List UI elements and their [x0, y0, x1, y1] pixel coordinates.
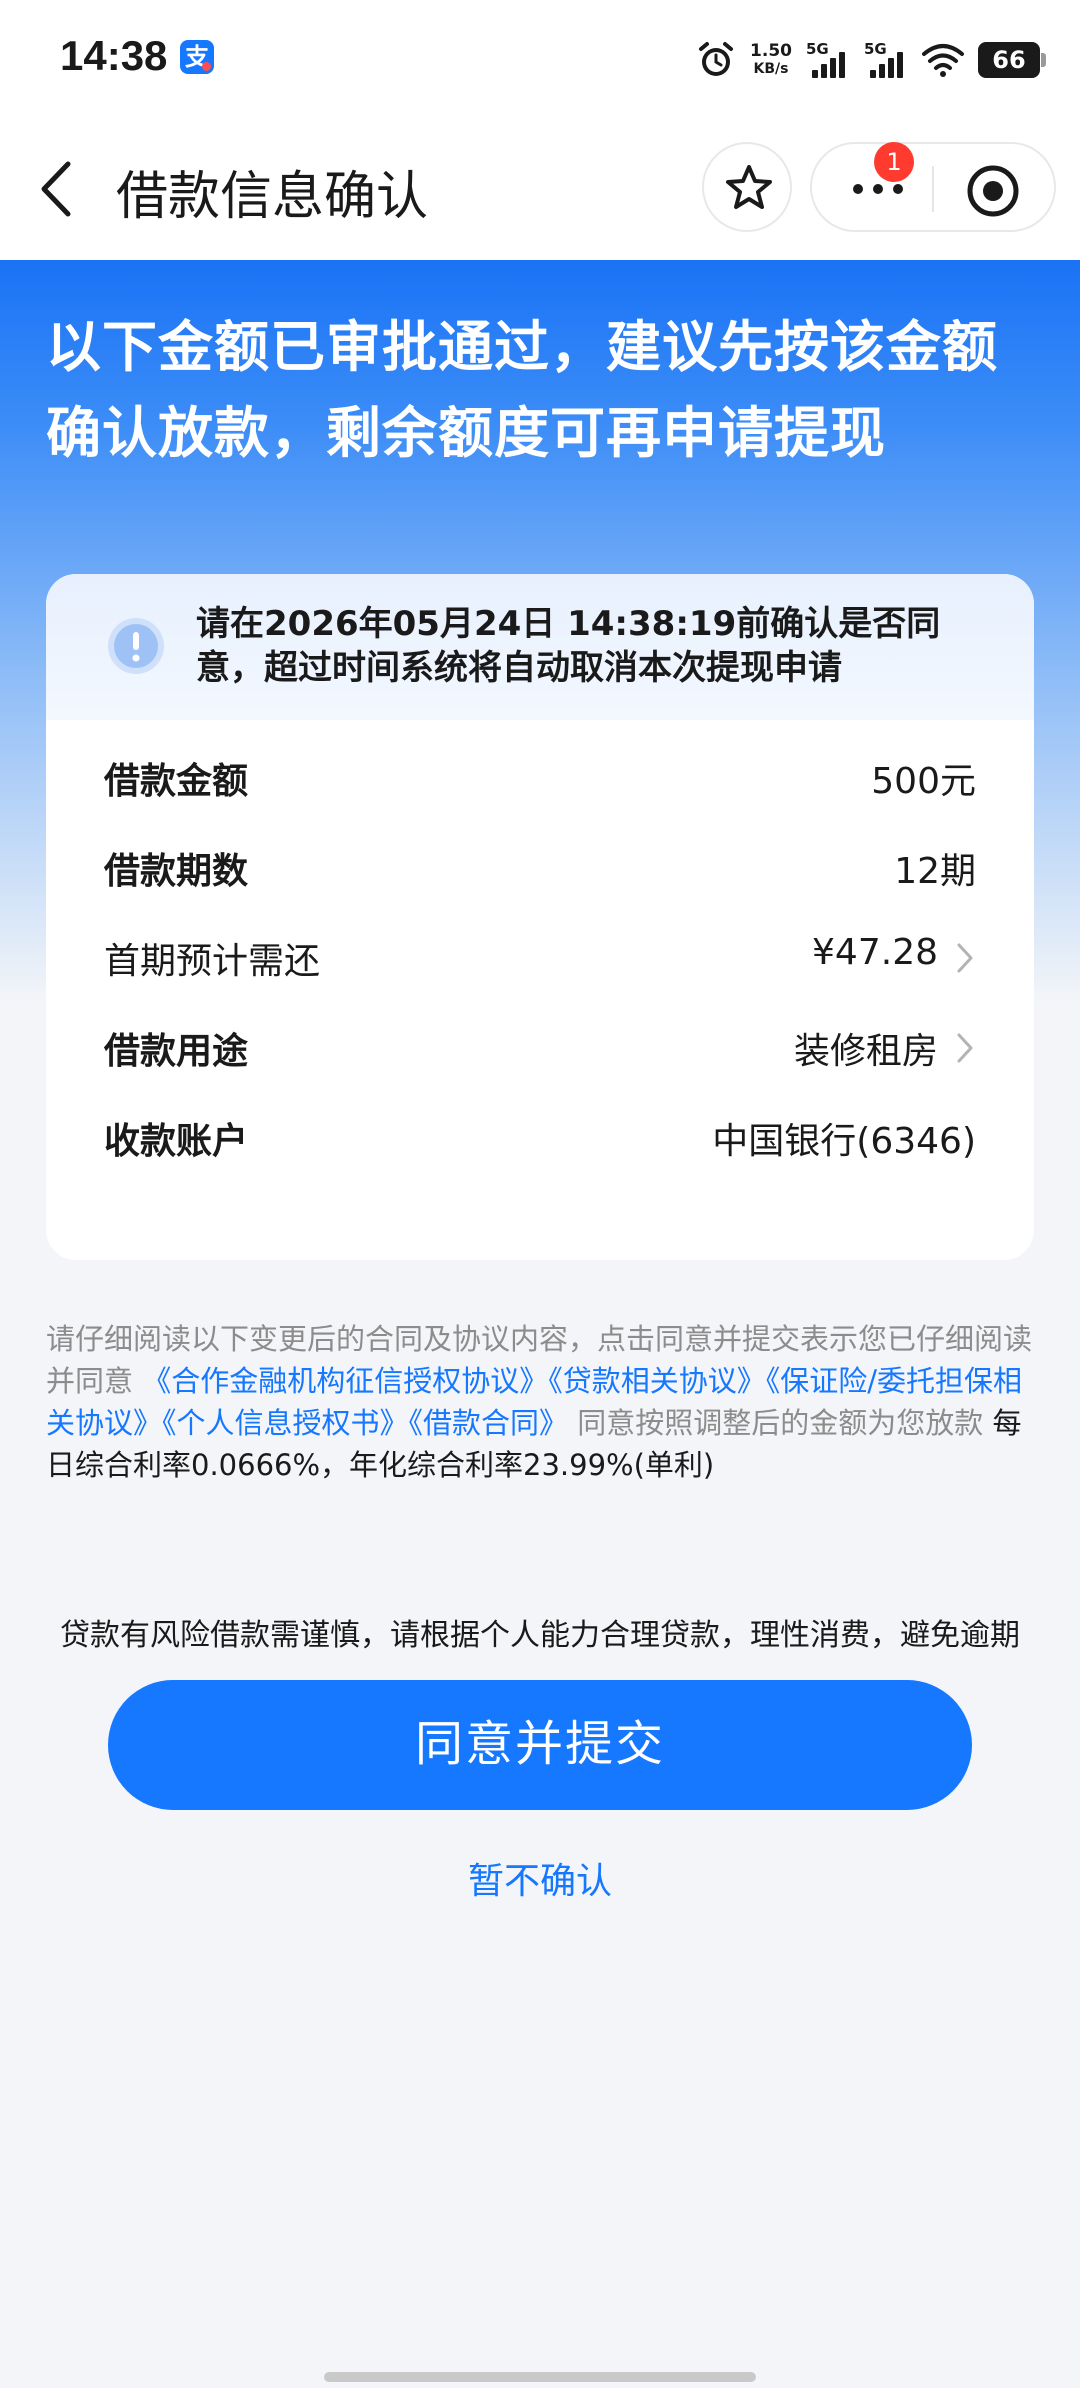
agree-submit-button[interactable]: 同意并提交	[108, 1680, 972, 1810]
agreement-middle: 同意按照调整后的金额为您放款	[577, 1406, 984, 1440]
row-value: 装修租房	[793, 1031, 938, 1072]
row-label: 首期预计需还	[104, 941, 321, 982]
signal-sim2-icon: 5G	[864, 40, 908, 80]
loan-amount-row: 借款金额 500元	[104, 732, 976, 822]
star-icon	[726, 165, 772, 209]
page-title: 借款信息确认	[116, 167, 429, 227]
row-label: 收款账户	[104, 1121, 249, 1162]
battery-indicator: 66	[978, 42, 1046, 78]
decline-link[interactable]: 暂不确认	[0, 1852, 1080, 1904]
receiving-account-row: 收款账户 中国银行(6346)	[104, 1092, 976, 1182]
row-value: 中国银行(6346)	[712, 1121, 976, 1162]
deadline-notice-text: 请在2026年05月24日 14:38:19前确认是否同意，超过时间系统将自动取…	[196, 604, 941, 688]
loan-agreement-link[interactable]: 《贷款相关协议》	[548, 1364, 766, 1398]
network-speed: 1.50 KB/s	[750, 42, 792, 78]
notification-badge: 1	[874, 142, 914, 182]
network-speed-value: 1.50	[750, 41, 792, 61]
alipay-app-icon: 支	[180, 40, 214, 74]
capsule-divider	[932, 166, 934, 212]
deadline-notice: 请在2026年05月24日 14:38:19前确认是否同意，超过时间系统将自动取…	[46, 574, 1034, 720]
favorite-button[interactable]	[702, 142, 792, 232]
risk-warning: 贷款有风险借款需谨慎，请根据个人能力合理贷款，理性消费，避免逾期	[60, 1618, 1020, 1653]
back-arrow-icon[interactable]	[36, 158, 76, 220]
row-label: 借款期数	[104, 851, 249, 892]
status-bar: 14:38 支 1.50 KB/s 5G 5G 66	[0, 0, 1080, 118]
exclamation-icon	[108, 618, 164, 674]
home-indicator[interactable]	[324, 2372, 756, 2382]
status-time: 14:38	[60, 32, 168, 79]
chevron-right-icon	[957, 1033, 973, 1063]
row-value: ¥47.28	[812, 932, 938, 973]
credit-authorization-agreement-link[interactable]: 《合作金融机构征信授权协议》	[142, 1364, 548, 1398]
loan-info-card: 请在2026年05月24日 14:38:19前确认是否同意，超过时间系统将自动取…	[46, 574, 1034, 1260]
navigation-bar: 借款信息确认 1	[0, 118, 1080, 260]
wifi-icon	[922, 44, 964, 77]
loan-contract-link[interactable]: 《借款合同》	[409, 1406, 569, 1440]
chevron-right-icon	[957, 943, 973, 973]
alarm-icon	[699, 42, 734, 76]
row-label: 借款金额	[104, 761, 249, 802]
row-label: 借款用途	[104, 1031, 249, 1072]
signal-sim1-icon: 5G	[806, 40, 850, 80]
row-value: 12期	[894, 851, 976, 892]
close-mini-program-icon[interactable]	[966, 164, 1020, 218]
status-indicators: 1.50 KB/s 5G 5G 66	[696, 36, 1046, 84]
loan-purpose-row[interactable]: 借款用途 装修租房	[104, 1002, 976, 1092]
mini-program-capsule: 1	[810, 142, 1056, 232]
agreement-statement: 请仔细阅读以下变更后的合同及协议内容，点击同意并提交表示您已仔细阅读并同意 《合…	[46, 1318, 1036, 1486]
personal-info-authorization-link[interactable]: 《个人信息授权书》	[162, 1406, 409, 1440]
first-repayment-row[interactable]: 首期预计需还 ¥47.28	[104, 912, 976, 1002]
loan-term-row: 借款期数 12期	[104, 822, 976, 912]
network-speed-unit: KB/s	[753, 61, 789, 77]
approval-message: 以下金额已审批通过，建议先按该金额确认放款，剩余额度可再申请提现	[46, 315, 999, 465]
loan-detail-list: 借款金额 500元 借款期数 12期 首期预计需还 ¥47.28 借款用途 装修…	[104, 732, 976, 1182]
row-value: 500元	[871, 761, 976, 802]
